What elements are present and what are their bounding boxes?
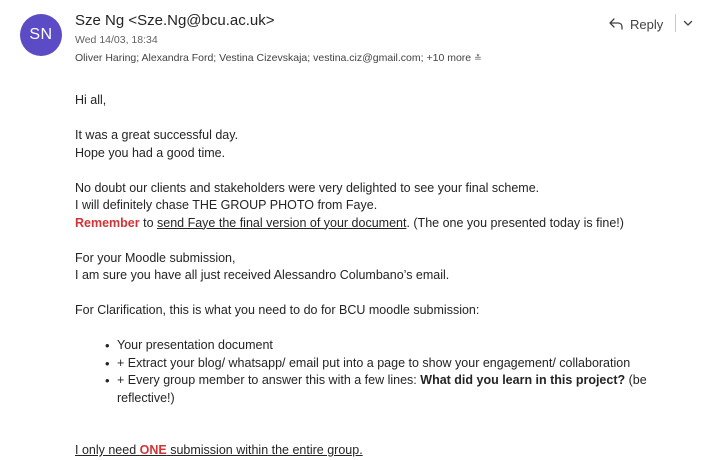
reply-label: Reply: [630, 16, 664, 32]
message-date: Wed 14/03, 18:34: [75, 34, 158, 46]
final-note: I only need ONE submission within the en…: [75, 442, 695, 460]
submission-list: Your presentation document + Extract you…: [75, 337, 695, 407]
sender[interactable]: Sze Ng <Sze.Ng@bcu.ac.uk>: [75, 12, 275, 29]
recipients[interactable]: Oliver Haring; Alexandra Ford; Vestina C…: [75, 52, 482, 64]
underlined-text: send Faye the final version of your docu…: [157, 215, 407, 230]
reminder-line: Remember to send Faye the final version …: [75, 215, 695, 233]
chevron-double-down-icon[interactable]: ≛: [474, 53, 482, 63]
reply-button[interactable]: Reply: [608, 12, 663, 36]
body-line: I am sure you have all just received Ale…: [75, 268, 450, 282]
body-text: . (The one you presented today is fine!): [406, 215, 624, 230]
body-line: It was a great successful day.: [75, 128, 239, 142]
divider: [675, 14, 676, 32]
bold-question: What did you learn in this project?: [420, 373, 626, 387]
reply-options-button[interactable]: [680, 14, 696, 32]
final-text: I only need: [75, 443, 140, 457]
body-text: to: [139, 215, 157, 230]
remember-text: Remember: [75, 215, 140, 230]
final-text: submission within the entire group.: [166, 443, 363, 457]
list-item: + Extract your blog/ whatsapp/ email put…: [105, 355, 695, 373]
list-item: + Every group member to answer this with…: [105, 372, 695, 407]
chevron-down-icon: [683, 20, 693, 26]
body-line: No doubt our clients and stakeholders we…: [75, 180, 540, 195]
message-body: Hi all, It was a great successful day. H…: [75, 92, 695, 460]
body-line: Hope you had a good time.: [75, 145, 226, 160]
bullet-text: + Every group member to answer this with…: [117, 373, 421, 387]
more-recipients-link[interactable]: +10 more: [426, 52, 471, 64]
body-line: For your Moodle submission,: [75, 250, 236, 265]
body-line: I will definitely chase THE GROUP PHOTO …: [75, 198, 378, 212]
one-emphasis: ONE: [139, 443, 167, 457]
list-item: Your presentation document: [105, 337, 695, 355]
reply-icon: [609, 18, 623, 30]
recipients-list: Oliver Haring; Alexandra Ford; Vestina C…: [75, 52, 424, 64]
avatar[interactable]: SN: [20, 14, 62, 56]
body-line: For Clarification, this is what you need…: [75, 303, 480, 317]
greeting: Hi all,: [75, 93, 107, 107]
